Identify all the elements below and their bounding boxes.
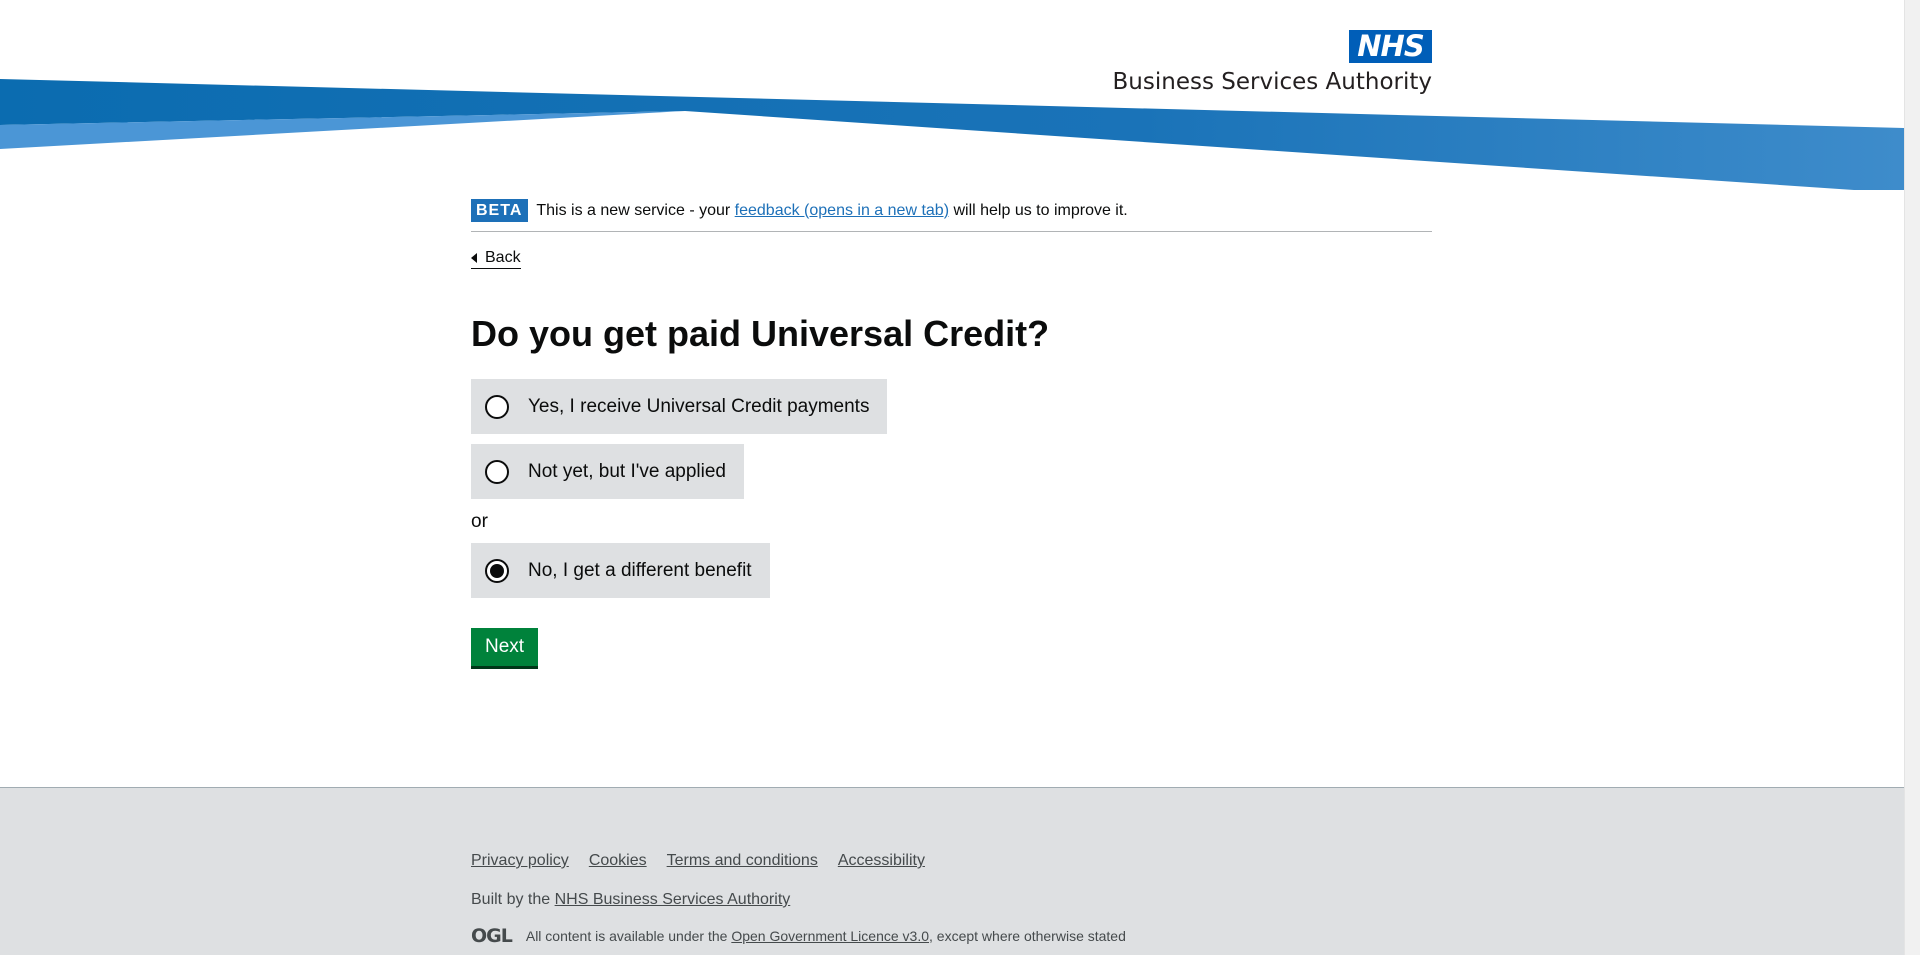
next-button[interactable]: Next (471, 628, 539, 666)
organisation-name: Business Services Authority (1112, 69, 1432, 95)
footer-links: Privacy policy Cookies Terms and conditi… (471, 851, 925, 871)
radio-label: Yes, I receive Universal Credit payments (528, 395, 870, 417)
phase-text-before: This is a new service - your (536, 201, 735, 219)
radio-button[interactable] (485, 394, 509, 419)
chevron-left-icon (471, 253, 477, 263)
built-by-prefix: Built by the (471, 891, 555, 908)
radio-button-selected[interactable] (485, 558, 509, 583)
radio-label: Not yet, but I've applied (528, 460, 726, 482)
back-link-label: Back (485, 249, 521, 266)
site-footer: Privacy policy Cookies Terms and conditi… (0, 787, 1904, 955)
footer-link-cookies[interactable]: Cookies (589, 851, 647, 871)
footer-link-privacy[interactable]: Privacy policy (471, 851, 569, 871)
or-divider: or (471, 511, 488, 532)
site-header: NHS Business Services Authority (0, 0, 1904, 195)
feedback-link[interactable]: feedback (opens in a new tab) (735, 202, 949, 219)
beta-tag: BETA (471, 199, 529, 222)
licence-text: All content is available under the Open … (526, 926, 1126, 946)
ogl-logo-icon: OGL (471, 925, 513, 947)
radio-button[interactable] (485, 459, 509, 484)
phase-text-after: will help us to improve it. (949, 201, 1128, 219)
built-by-text: Built by the NHS Business Services Autho… (471, 890, 790, 910)
back-link[interactable]: Back (471, 248, 521, 269)
licence-link[interactable]: Open Government Licence v3.0 (731, 928, 929, 944)
radio-option-yes[interactable]: Yes, I receive Universal Credit payments (471, 379, 888, 434)
page: NHS Business Services Authority BETA Thi… (0, 0, 1904, 955)
vertical-scrollbar[interactable] (1904, 0, 1920, 955)
header-swoosh-decoration (0, 79, 1904, 190)
footer-link-accessibility[interactable]: Accessibility (838, 851, 925, 871)
radio-option-applied[interactable]: Not yet, but I've applied (471, 444, 744, 499)
radio-label: No, I get a different benefit (528, 559, 752, 581)
page-title: Do you get paid Universal Credit? (471, 313, 1050, 354)
footer-link-terms[interactable]: Terms and conditions (667, 851, 818, 871)
phase-banner-text: This is a new service - your feedback (o… (536, 201, 1127, 221)
nhs-logo-box: NHS (1349, 30, 1432, 63)
licence-row: OGL All content is available under the O… (471, 926, 1126, 946)
licence-suffix: , except where otherwise stated (929, 928, 1126, 944)
nhsbsa-logo[interactable]: NHS Business Services Authority (1113, 28, 1432, 98)
phase-banner: BETA This is a new service - your feedba… (471, 198, 1432, 232)
licence-prefix: All content is available under the (525, 928, 732, 944)
radio-option-different-benefit[interactable]: No, I get a different benefit (471, 543, 770, 598)
nhsbsa-link[interactable]: NHS Business Services Authority (555, 891, 791, 908)
